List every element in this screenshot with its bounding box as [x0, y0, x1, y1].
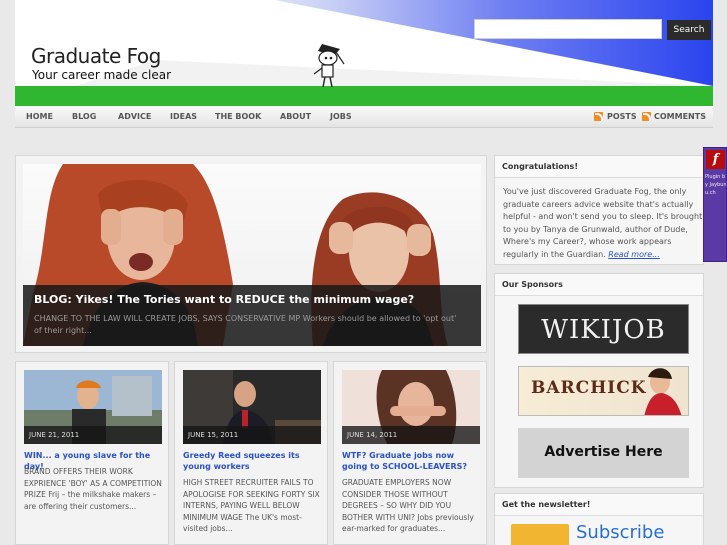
nav-item-blog[interactable]: BLOG [72, 106, 96, 128]
read-more-link[interactable]: Read more... [608, 250, 660, 259]
sponsors-widget: Our Sponsors WIKIJOB BARCHICK Advertise … [494, 273, 704, 488]
featured-post[interactable]: BLOG: Yikes! The Tories want to REDUCE t… [15, 155, 487, 353]
advertise-here-button[interactable]: Advertise Here [518, 428, 689, 478]
main-navigation: HOME BLOG ADVICE IDEAS THE BOOK ABOUT JO… [15, 106, 713, 128]
post-date: JUNE 14, 2011 [342, 426, 480, 444]
site-header: Graduate Fog Your career made clear [15, 0, 713, 106]
congrats-body: You've just discovered Graduate Fog, the… [503, 187, 703, 259]
widget-heading: Get the newsletter! [495, 494, 703, 516]
post-excerpt: GRADUATE EMPLOYERS NOW CONSIDER THOSE WI… [342, 478, 474, 533]
feed-posts-link[interactable]: POSTS [607, 106, 637, 128]
nav-item-jobs[interactable]: JOBS [330, 106, 352, 128]
post-card[interactable]: JUNE 14, 2011 WTF? Graduate jobs now goi… [333, 361, 487, 545]
post-card[interactable]: JUNE 21, 2011 WIN... a young slave for t… [15, 361, 169, 545]
nav-item-advice[interactable]: ADVICE [118, 106, 151, 128]
congrats-text: You've just discovered Graduate Fog, the… [503, 186, 703, 261]
rss-icon[interactable] [642, 112, 651, 121]
post-title[interactable]: WTF? Graduate jobs now going to SCHOOL-L… [342, 450, 482, 472]
post-card[interactable]: JUNE 15, 2011 Greedy Reed squeezes its y… [174, 361, 328, 545]
congrats-widget: Congratulations! You've just discovered … [494, 155, 704, 265]
feed-comments-link[interactable]: COMMENTS [654, 106, 706, 128]
flash-icon: f [706, 150, 725, 169]
post-excerpt: BRAND OFFERS THEIR WORK EXPRIENCE 'BOY' … [24, 467, 162, 511]
nav-item-ideas[interactable]: IDEAS [170, 106, 197, 128]
newsletter-widget: Get the newsletter! Subscribe [494, 493, 704, 545]
featured-excerpt: CHANGE TO THE LAW WILL CREATE JOBS, SAYS… [34, 314, 457, 335]
sponsor-wikijob[interactable]: WIKIJOB [518, 304, 689, 354]
post-excerpt: HIGH STREET RECRUITER FAILS TO APOLOGISE… [183, 478, 320, 533]
featured-title[interactable]: BLOG: Yikes! The Tories want to REDUCE t… [34, 293, 414, 306]
subscribe-button[interactable]: Subscribe [576, 522, 664, 543]
flash-plugin-text: Plugin by Jaybunu.ch [705, 174, 727, 196]
envelope-icon [511, 524, 569, 545]
nav-item-about[interactable]: ABOUT [280, 106, 311, 128]
sponsor-barchick[interactable]: BARCHICK [518, 366, 689, 416]
featured-caption[interactable]: BLOG: Yikes! The Tories want to REDUCE t… [23, 285, 481, 346]
post-date: JUNE 15, 2011 [183, 426, 321, 444]
rss-icon[interactable] [594, 112, 603, 121]
post-date: JUNE 21, 2011 [24, 426, 162, 444]
site-logo[interactable]: Graduate Fog [31, 44, 161, 68]
flash-plugin-placeholder[interactable]: f Plugin by Jaybunu.ch [703, 147, 727, 262]
graduate-mascot-icon [313, 44, 345, 88]
site-tagline: Your career made clear [32, 68, 172, 82]
post-title[interactable]: Greedy Reed squeezes its young workers [183, 450, 323, 472]
search-input[interactable] [474, 19, 662, 39]
widget-heading: Our Sponsors [495, 274, 703, 296]
widget-heading: Congratulations! [495, 156, 703, 178]
nav-item-the-book[interactable]: THE BOOK [215, 106, 261, 128]
nav-item-home[interactable]: HOME [26, 106, 53, 128]
search-button[interactable]: Search [667, 20, 711, 40]
header-grass [15, 86, 713, 106]
pinup-girl-icon [644, 368, 682, 415]
